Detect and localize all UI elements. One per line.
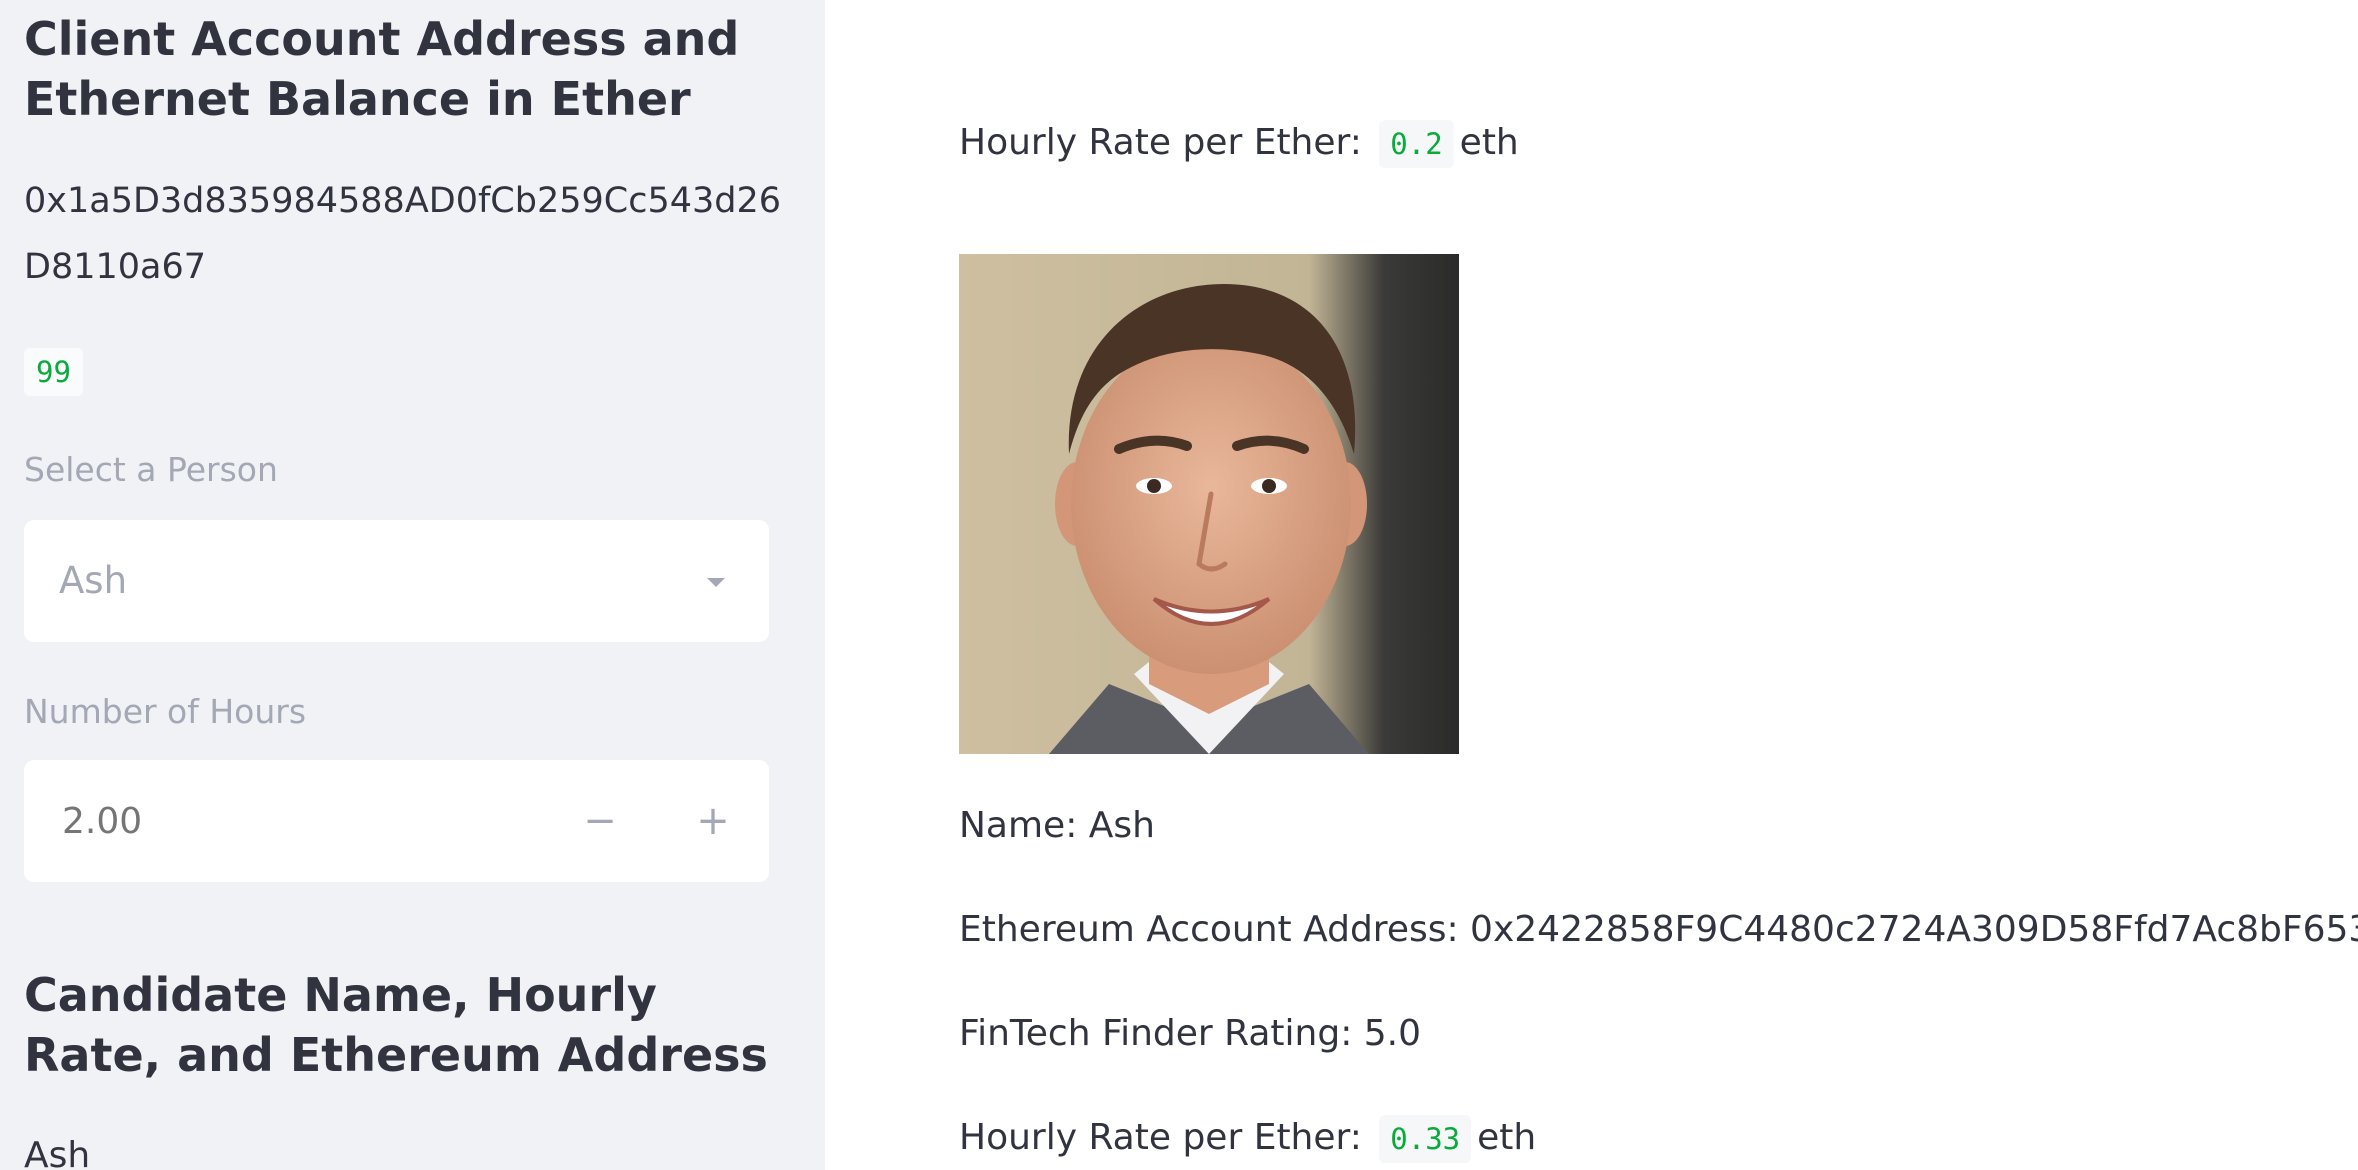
candidate-rate-value: 0.33: [1379, 1115, 1472, 1163]
candidate-name-text: Ash: [24, 1135, 91, 1170]
top-hourly-rate-line: Hourly Rate per Ether: 0.2 eth: [959, 119, 1519, 168]
increment-hours-button[interactable]: +: [657, 760, 769, 882]
number-of-hours-input[interactable]: [24, 760, 544, 882]
candidate-name-line: Name: Ash: [959, 805, 1155, 846]
minus-icon: −: [583, 798, 617, 844]
caret-down-icon: [707, 578, 725, 587]
client-account-heading: Client Account Address and Ethernet Bala…: [24, 12, 740, 126]
candidate-heading: Candidate Name, Hourly Rate, and Ethereu…: [24, 968, 768, 1082]
client-balance-badge: 99: [24, 348, 83, 396]
candidate-photo: [959, 254, 1459, 754]
plus-icon: +: [696, 798, 730, 844]
client-address: 0x1a5D3d835984588AD0fCb259Cc543d26D8110a…: [24, 181, 781, 287]
decrement-hours-button[interactable]: −: [544, 760, 656, 882]
hourly-rate-value: 0.2: [1379, 120, 1454, 168]
sidebar: Client Account Address and Ethernet Bala…: [0, 0, 825, 1170]
hourly-rate-unit: eth: [1459, 122, 1519, 163]
candidate-rate-label: Hourly Rate per Ether:: [959, 1117, 1362, 1158]
candidate-hourly-rate-line: Hourly Rate per Ether: 0.33 eth: [959, 1114, 1536, 1163]
select-person-dropdown[interactable]: Ash: [24, 520, 769, 642]
candidate-address-line: Ethereum Account Address: 0x2422858F9C44…: [959, 909, 2358, 950]
hourly-rate-label: Hourly Rate per Ether:: [959, 122, 1362, 163]
candidate-portrait-image: [959, 254, 1459, 754]
main-content: Hourly Rate per Ether: 0.2 eth Name: Ash…: [825, 0, 2358, 1170]
candidate-rate-unit: eth: [1477, 1117, 1537, 1158]
candidate-rating-line: FinTech Finder Rating: 5.0: [959, 1013, 1422, 1054]
number-of-hours-label: Number of Hours: [24, 692, 307, 731]
select-person-label: Select a Person: [24, 450, 278, 489]
select-person-value: Ash: [59, 559, 128, 602]
app-root: Client Account Address and Ethernet Bala…: [0, 0, 2358, 1170]
number-of-hours-stepper: − +: [24, 760, 769, 882]
